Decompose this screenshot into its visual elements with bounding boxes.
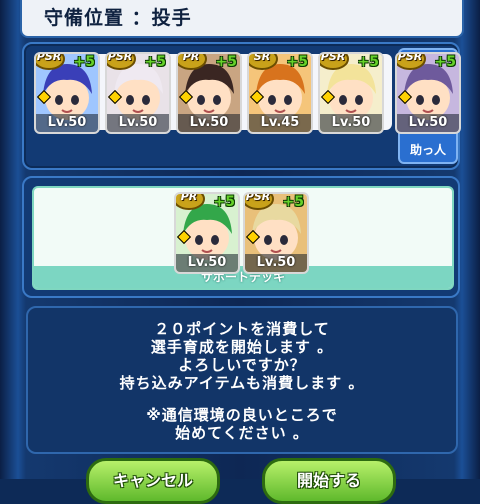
level-label: Lv.50: [178, 114, 240, 132]
rank-badge-icon: PSR: [320, 52, 349, 70]
rank-label: PSR: [36, 52, 62, 63]
character-card[interactable]: +5 Lv.50 PSR: [395, 52, 461, 134]
rank-badge-icon: PR: [178, 52, 207, 70]
message-line: 始めてください 。: [175, 424, 309, 442]
helper-label: 助っ人: [409, 143, 446, 157]
character-card[interactable]: +5 Lv.50 PSR: [318, 52, 384, 134]
rank-badge-icon: PSR: [245, 192, 274, 210]
level-label: Lv.45: [249, 114, 311, 132]
character-deck-panel: 助っ人 +5 Lv.50 PSR +5 Lv.50 PSR +5 Lv.50 PR +5 Lv.45…: [22, 42, 461, 170]
rank-badge-icon: SR: [249, 52, 278, 70]
bonus-label: +5: [286, 54, 308, 70]
character-card[interactable]: +5 Lv.45 SR: [247, 52, 313, 134]
rank-badge-icon: PR: [176, 192, 205, 210]
rank-label: PSR: [245, 192, 271, 203]
bonus-label: +5: [434, 54, 456, 70]
character-card[interactable]: +5 Lv.50 PR: [174, 192, 240, 274]
bonus-label: +5: [73, 54, 95, 70]
cancel-button[interactable]: キャンセル: [86, 458, 220, 504]
page-title: 守備位置 ：投手: [44, 7, 192, 29]
level-label: Lv.50: [107, 114, 169, 132]
character-card[interactable]: +5 Lv.50 PSR: [243, 192, 309, 274]
bonus-label: +5: [282, 194, 304, 210]
character-card[interactable]: +5 Lv.50 PSR: [105, 52, 171, 134]
level-label: Lv.50: [176, 254, 238, 272]
start-button-label: 開始する: [296, 471, 361, 490]
level-label: Lv.50: [245, 254, 307, 272]
bonus-label: +5: [144, 54, 166, 70]
support-deck-panel: サポートデッキ +5 Lv.50 PR +5 Lv.50 PSR: [22, 176, 460, 298]
level-label: Lv.50: [320, 114, 382, 132]
rank-label: PSR: [397, 52, 423, 63]
rank-label: SR: [253, 52, 271, 63]
confirm-message-panel: ２０ポイントを消費して 選手育成を開始します 。 よろしいですか？ 持ち込みアイ…: [26, 306, 458, 454]
bonus-label: +5: [213, 194, 235, 210]
rank-label: PR: [180, 192, 198, 203]
position-header: 守備位置 ：投手: [20, 0, 464, 38]
character-card[interactable]: +5 Lv.50 PR: [176, 52, 242, 134]
level-label: Lv.50: [397, 114, 459, 132]
rank-label: PSR: [320, 52, 346, 63]
message-line: 持ち込みアイテムも消費します 。: [119, 374, 365, 392]
rank-label: PR: [182, 52, 200, 63]
cancel-button-label: キャンセル: [112, 471, 193, 490]
bonus-label: +5: [357, 54, 379, 70]
start-button[interactable]: 開始する: [262, 458, 396, 504]
bonus-label: +5: [215, 54, 237, 70]
rank-badge-icon: PSR: [107, 52, 136, 70]
character-card[interactable]: +5 Lv.50 PSR: [34, 52, 100, 134]
rank-badge-icon: PSR: [36, 52, 65, 70]
rank-badge-icon: PSR: [397, 52, 426, 70]
rank-label: PSR: [107, 52, 133, 63]
level-label: Lv.50: [36, 114, 98, 132]
